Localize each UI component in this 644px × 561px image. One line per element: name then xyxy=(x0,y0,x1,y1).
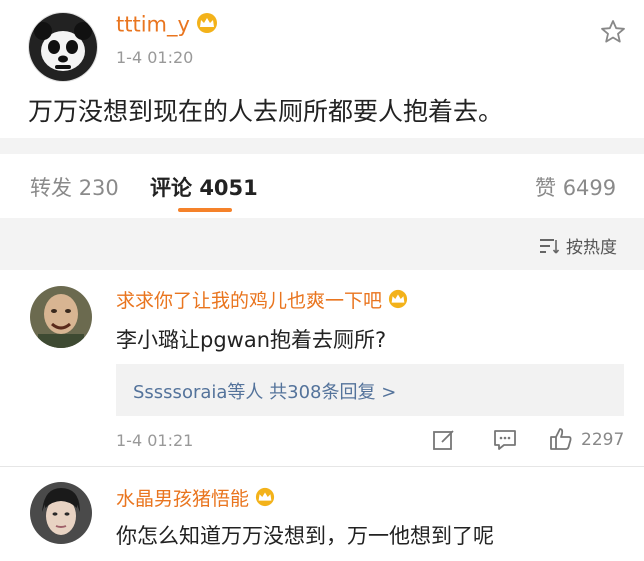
person-avatar-icon xyxy=(30,286,92,348)
tab-comment[interactable]: 评论 4051 xyxy=(150,172,258,202)
tab-like[interactable]: 赞 6499 xyxy=(535,172,616,202)
comment-avatar[interactable] xyxy=(30,286,92,348)
thumbs-up-icon[interactable] xyxy=(548,426,574,456)
replies-box[interactable]: Sssssoraia等人 共308条回复 > xyxy=(116,364,624,416)
comment-text: 你怎么知道万万没想到，万一他想到了呢 xyxy=(116,524,494,548)
post-content: 万万没想到现在的人去厕所都要人抱着去。 xyxy=(28,97,504,126)
comment-divider xyxy=(0,466,644,467)
sort-by-hot-button[interactable]: 按热度 xyxy=(540,233,617,259)
panda-avatar-icon xyxy=(29,13,97,81)
vip-crown-icon xyxy=(386,289,410,314)
edit-icon[interactable] xyxy=(432,428,456,456)
post-author-avatar[interactable] xyxy=(28,12,98,82)
comment-like-count: 2297 xyxy=(581,430,625,450)
tab-active-underline xyxy=(178,208,232,212)
star-outline-icon[interactable] xyxy=(599,18,627,50)
comment-time: 1-4 01:21 xyxy=(116,431,194,450)
sort-lines-icon xyxy=(540,238,560,259)
vip-crown-icon xyxy=(194,12,220,39)
post-author-name[interactable]: tttim_y xyxy=(116,12,220,39)
person-avatar-icon xyxy=(30,482,92,544)
post-time: 1-4 01:20 xyxy=(116,48,194,67)
comment-avatar[interactable] xyxy=(30,482,92,544)
tab-repost[interactable]: 转发 230 xyxy=(30,172,119,202)
comment-icon[interactable] xyxy=(492,428,518,456)
comment-text: 李小璐让pgwan抱着去厕所? xyxy=(116,328,387,352)
comment-author-name[interactable]: 求求你了让我的鸡儿也爽一下吧 xyxy=(116,286,410,314)
comment-author-name[interactable]: 水晶男孩猪悟能 xyxy=(116,484,277,512)
vip-crown-icon xyxy=(253,487,277,512)
replies-link[interactable]: Sssssoraia等人 共308条回复 > xyxy=(133,378,396,404)
section-divider xyxy=(0,138,644,154)
